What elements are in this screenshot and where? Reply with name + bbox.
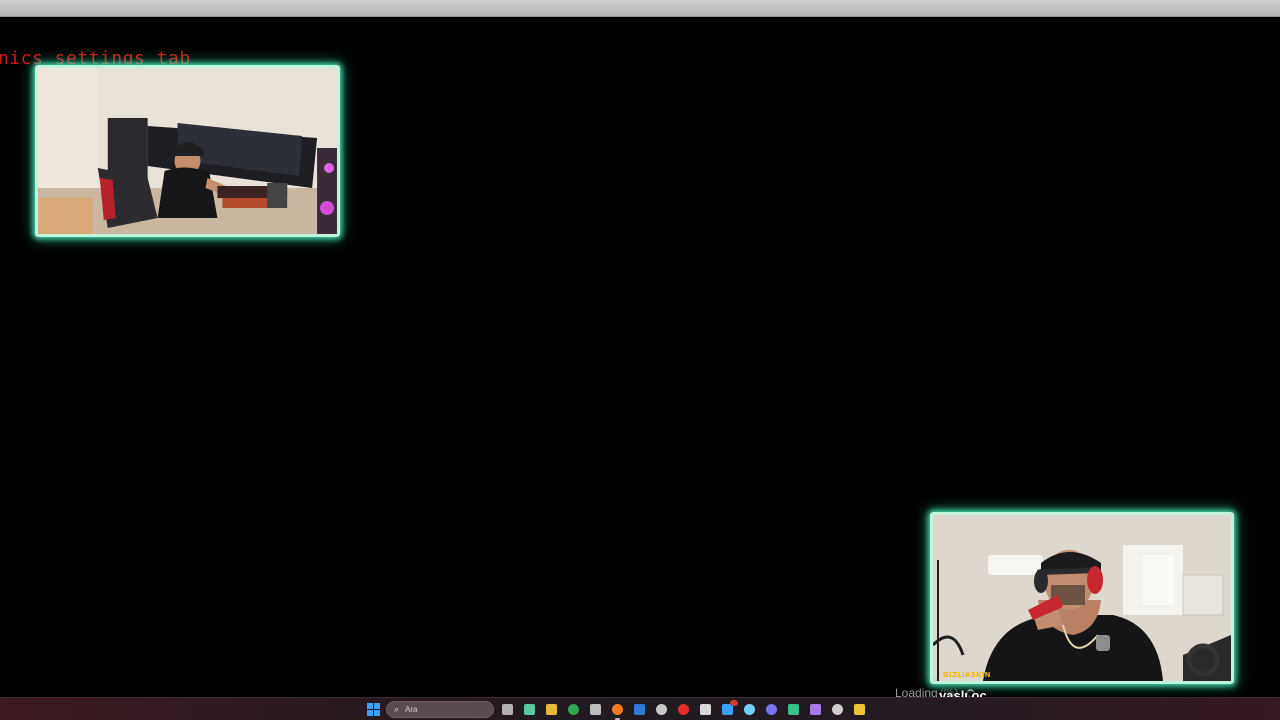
- chrome-icon: [568, 704, 579, 715]
- network-app-taskbar-button[interactable]: [742, 702, 757, 717]
- outlook-taskbar-button[interactable]: [632, 702, 647, 717]
- archive-icon: [854, 704, 865, 715]
- chrome-taskbar-button[interactable]: [566, 702, 581, 717]
- notification-badge: [730, 700, 738, 706]
- copilot-icon: [524, 704, 535, 715]
- store-icon: [590, 704, 601, 715]
- camera-app-icon: [832, 704, 843, 715]
- network-app-icon: [744, 704, 755, 715]
- room-camera-overlay: [35, 65, 340, 237]
- face-camera-name-tag: GIZLIASKIN: [943, 671, 991, 679]
- steam-icon: [656, 704, 667, 715]
- copilot-taskbar-button[interactable]: [522, 702, 537, 717]
- folder-taskbar-button[interactable]: [544, 702, 559, 717]
- search-placeholder: Ara: [405, 705, 418, 714]
- terminal-icon: [788, 704, 799, 715]
- discord-taskbar-button[interactable]: [764, 702, 779, 717]
- store-taskbar-button[interactable]: [588, 702, 603, 717]
- taskbar-search-box[interactable]: ⌕ Ara: [386, 701, 494, 718]
- window-title-bar: [0, 0, 1280, 17]
- search-icon: ⌕: [394, 705, 400, 715]
- camera-app-taskbar-button[interactable]: [830, 702, 845, 717]
- settings-gear-taskbar-button[interactable]: [698, 702, 713, 717]
- task-view-icon: [502, 704, 513, 715]
- obs-taskbar-button[interactable]: [808, 702, 823, 717]
- task-view-taskbar-button[interactable]: [500, 702, 515, 717]
- archive-taskbar-button[interactable]: [852, 702, 867, 717]
- terminal-taskbar-button[interactable]: [786, 702, 801, 717]
- firefox-taskbar-button[interactable]: [610, 702, 625, 720]
- outlook-icon: [634, 704, 645, 715]
- steam-taskbar-button[interactable]: [654, 702, 669, 717]
- start-button[interactable]: [366, 702, 381, 717]
- firefox-icon: [612, 704, 623, 715]
- taskbar: ⌕ Ara: [0, 697, 1280, 720]
- discord-icon: [766, 704, 777, 715]
- room-camera-feed: [38, 68, 337, 234]
- youtube-music-taskbar-button[interactable]: [676, 702, 691, 717]
- settings-gear-icon: [700, 704, 711, 715]
- face-camera-feed: [933, 515, 1231, 681]
- face-camera-overlay: GIZLIASKIN: [930, 512, 1234, 684]
- youtube-music-icon: [678, 704, 689, 715]
- obs-icon: [810, 704, 821, 715]
- windows-start-icon: [367, 703, 380, 716]
- chat-taskbar-button[interactable]: [720, 700, 738, 717]
- folder-icon: [546, 704, 557, 715]
